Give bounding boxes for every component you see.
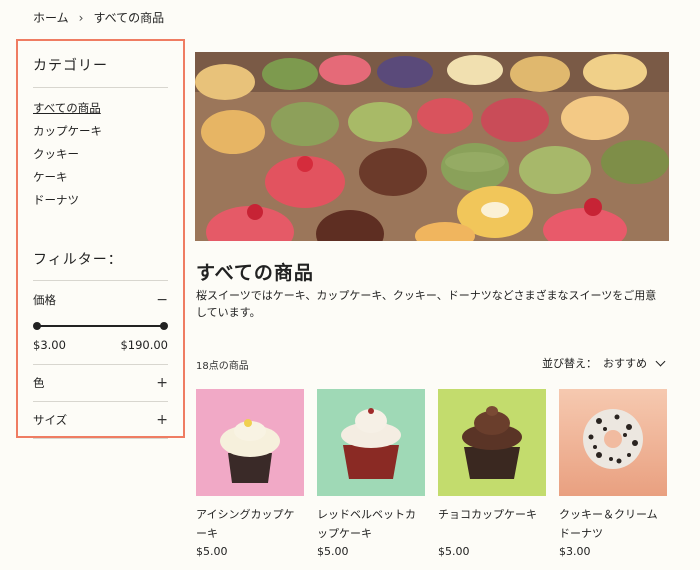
color-filter[interactable]: 色 + (33, 365, 168, 402)
product-card[interactable]: クッキー＆クリームドーナツ $3.00 (559, 389, 667, 558)
category-donuts[interactable]: ドーナツ (33, 189, 168, 212)
page-description: 桜スイーツではケーキ、カップケーキ、クッキー、ドーナツなどさまざまなスイーツをご… (196, 289, 657, 319)
breadcrumb-current: すべての商品 (93, 11, 165, 25)
sort-dropdown[interactable]: 並び替え： おすすめ (542, 355, 666, 371)
color-label: 色 (33, 376, 45, 390)
cupcake-image (317, 389, 425, 496)
sort-value: おすすめ (603, 357, 647, 370)
product-name[interactable]: レッドベルベットカップケーキ (317, 505, 425, 543)
breadcrumb: ホーム › すべての商品 (33, 9, 164, 26)
price-range-slider[interactable] (33, 320, 168, 332)
chevron-right-icon: › (78, 10, 84, 25)
product-card[interactable]: アイシングカップケーキ $5.00 (196, 389, 304, 558)
category-cakes[interactable]: ケーキ (33, 166, 168, 189)
size-label: サイズ (33, 413, 68, 427)
slider-track (37, 325, 164, 327)
category-cupcakes[interactable]: カップケーキ (33, 120, 168, 143)
plus-icon[interactable]: + (156, 375, 168, 391)
product-price: $5.00 (438, 545, 470, 558)
category-list: すべての商品 カップケーキ クッキー ケーキ ドーナツ (33, 97, 168, 212)
category-all[interactable]: すべての商品 (33, 97, 168, 120)
donut-image (559, 389, 667, 496)
filter-title: フィルター： (33, 249, 168, 281)
price-min: $3.00 (33, 338, 66, 352)
price-max: $190.00 (120, 338, 168, 352)
product-image[interactable] (438, 389, 546, 496)
price-values: $3.00 $190.00 (33, 338, 168, 352)
product-name[interactable]: クッキー＆クリームドーナツ (559, 505, 667, 543)
product-card[interactable]: チョコカップケーキ $5.00 (438, 389, 546, 558)
sort-label: 並び替え： (542, 357, 597, 370)
product-card[interactable]: レッドベルベットカップケーキ $5.00 (317, 389, 425, 558)
category-title: カテゴリー (33, 55, 168, 88)
product-name[interactable]: アイシングカップケーキ (196, 505, 304, 543)
product-count: 18点の商品 (196, 361, 249, 372)
product-price: $5.00 (196, 545, 228, 558)
size-filter[interactable]: サイズ + (33, 402, 168, 439)
price-label: 価格 (33, 292, 56, 307)
chevron-down-icon (655, 356, 666, 366)
hero-banner-image (195, 52, 669, 241)
slider-max-handle[interactable] (160, 322, 168, 330)
product-name[interactable]: チョコカップケーキ (438, 505, 546, 543)
product-image[interactable] (317, 389, 425, 496)
cupcake-image (196, 389, 304, 496)
sidebar: カテゴリー すべての商品 カップケーキ クッキー ケーキ ドーナツ フィルター：… (16, 39, 185, 439)
cupcake-image (438, 389, 546, 496)
product-image[interactable] (559, 389, 667, 496)
category-cookies[interactable]: クッキー (33, 143, 168, 166)
pastries-illustration (195, 52, 669, 241)
breadcrumb-home[interactable]: ホーム (33, 9, 69, 26)
plus-icon[interactable]: + (156, 412, 168, 428)
product-image[interactable] (196, 389, 304, 496)
slider-min-handle[interactable] (33, 322, 41, 330)
price-filter: 価格 − $3.00 $190.00 (33, 281, 168, 365)
product-price: $5.00 (317, 545, 349, 558)
price-filter-header[interactable]: 価格 − (33, 281, 168, 318)
product-grid: アイシングカップケーキ $5.00 レッドベルベットカップケーキ $5.00 チ… (196, 389, 667, 558)
product-price: $3.00 (559, 545, 591, 558)
collapse-icon[interactable]: − (156, 292, 168, 308)
page-title: すべての商品 (196, 262, 314, 284)
